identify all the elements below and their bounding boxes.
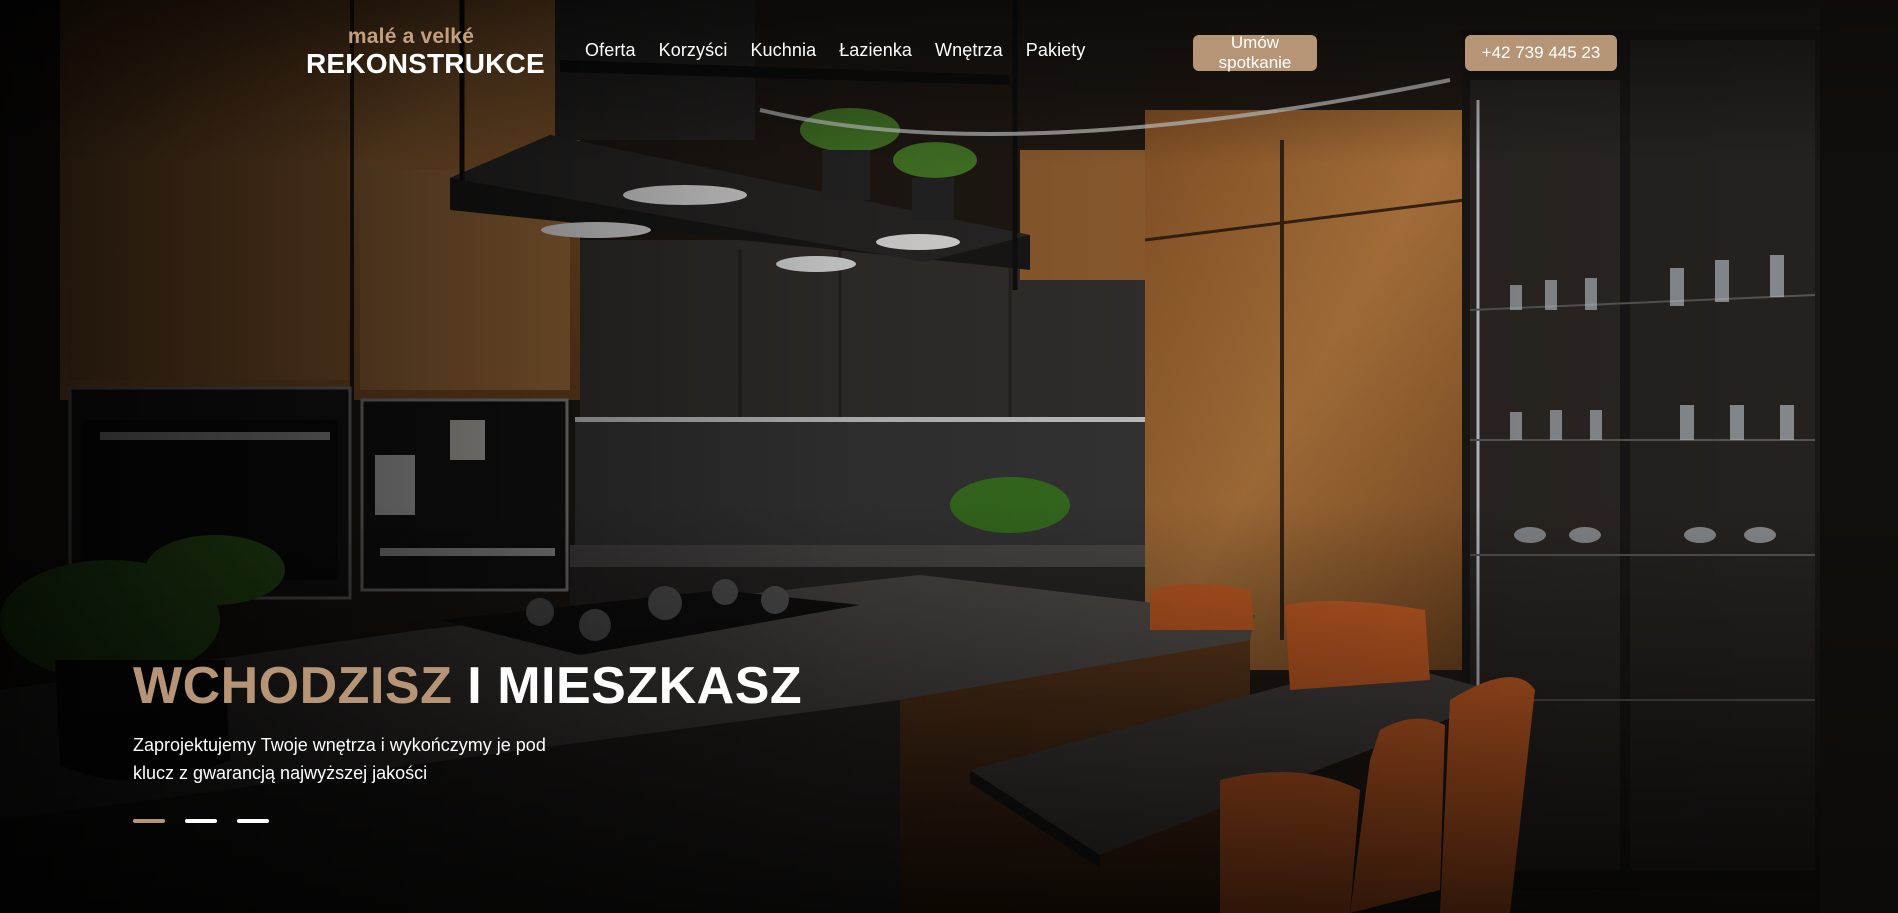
phone-button[interactable]: +42 739 445 23 bbox=[1465, 35, 1617, 71]
hero-subtitle: Zaprojektujemy Twoje wnętrza i wykończym… bbox=[133, 735, 546, 783]
nav-item-lazienka[interactable]: Łazienka bbox=[839, 40, 912, 61]
nav-item-oferta[interactable]: Oferta bbox=[585, 40, 636, 61]
hero-title-accent: WCHODZISZ bbox=[133, 657, 453, 715]
nav-item-wnetrza[interactable]: Wnętrza bbox=[935, 40, 1003, 61]
main-nav: Oferta Korzyści Kuchnia Łazienka Wnętrza… bbox=[585, 40, 1109, 61]
logo-top-text: malé a velké bbox=[347, 25, 475, 48]
site-logo[interactable]: malé a velké REKONSTRUKCE bbox=[306, 25, 545, 79]
schedule-meeting-button[interactable]: Umów spotkanie bbox=[1193, 33, 1317, 72]
logo-bottom-text: REKONSTRUKCE bbox=[306, 48, 545, 79]
nav-item-korzysci[interactable]: Korzyści bbox=[659, 40, 728, 61]
slide-dot-2[interactable] bbox=[185, 819, 217, 823]
slide-dot-1[interactable] bbox=[133, 819, 165, 823]
slide-dot-3[interactable] bbox=[237, 819, 269, 823]
hero-title: WCHODZISZ I MIESZKASZ bbox=[133, 660, 802, 712]
slider-pagination bbox=[133, 819, 269, 823]
nav-item-kuchnia[interactable]: Kuchnia bbox=[750, 40, 816, 61]
hero-title-rest: I MIESZKASZ bbox=[467, 657, 803, 715]
nav-item-pakiety[interactable]: Pakiety bbox=[1026, 40, 1086, 61]
